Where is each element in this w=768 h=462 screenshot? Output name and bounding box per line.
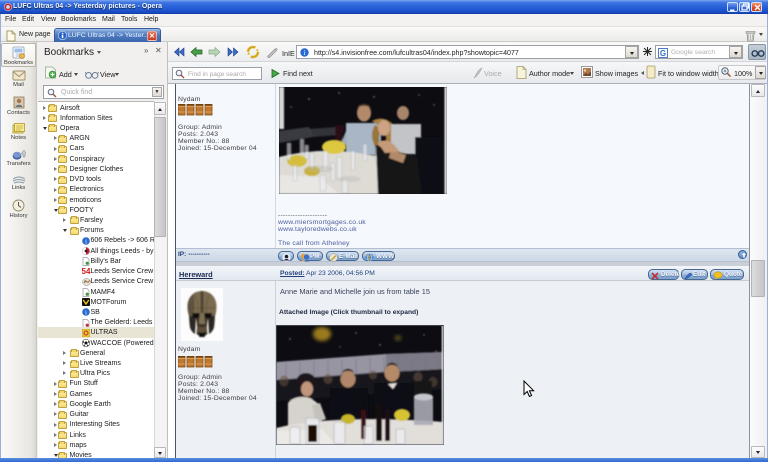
- svg-text:i: i: [304, 49, 306, 57]
- svg-text:i: i: [85, 310, 87, 317]
- svg-text:G: G: [660, 49, 666, 58]
- svg-text:i: i: [85, 238, 87, 245]
